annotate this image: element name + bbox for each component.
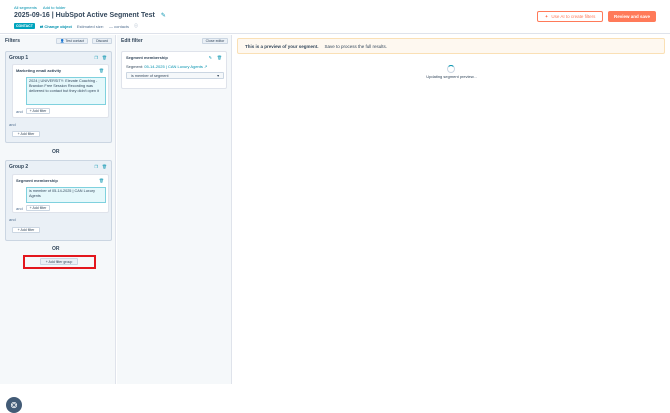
breadcrumb: All segments Add to folder [14,5,66,10]
add-to-folder-link[interactable]: Add to folder [43,5,66,10]
sparkle-icon: ✦ [544,13,549,19]
filters-heading: Filters [5,38,21,44]
person-icon: 👤 [59,39,65,43]
banner-text: Save to process the full results. [324,43,388,49]
filters-panel: Filters 👤 Test contact Discard Group 1 ❐… [0,35,116,413]
edit-filter-card: Segment membership ✎ 🗑 Segment: 05-14-20… [121,51,227,89]
add-filter-inner-button[interactable]: + Add filter [26,108,50,114]
test-contact-button[interactable]: 👤 Test contact [56,38,88,44]
clone-icon[interactable]: ❐ [94,164,98,169]
filter-card[interactable]: Segment membership 🗑 is member of 05-14-… [12,174,109,213]
add-filter-button[interactable]: + Add filter [12,131,40,137]
trash-icon[interactable]: 🗑 [217,55,222,60]
edit-filter-panel: Edit filter Close editor Segment members… [117,35,232,384]
add-filter-group-button[interactable]: + Add filter group [40,258,78,265]
and-label: and [9,217,16,222]
add-filter-button[interactable]: + Add filter [12,227,40,233]
banner-title: This is a preview of your segment. [245,43,319,49]
external-link-icon: ↗ [204,64,208,69]
test-contact-label: Test contact [65,39,85,43]
trash-icon[interactable]: 🗑 [102,55,107,60]
preview-banner: This is a preview of your segment. Save … [237,38,665,54]
close-editor-button[interactable]: Close editor [202,38,228,44]
and-label: and [16,109,23,114]
edit-title-icon[interactable]: ✎ [161,13,167,19]
filter-title: Marketing email activity [16,68,62,73]
add-filter-inner-button[interactable]: + Add filter [26,205,50,211]
or-label: OR [52,246,60,252]
filter-card[interactable]: Marketing email activity 🗑 2024 | UNIVER… [12,64,109,118]
trash-icon[interactable]: 🗑 [102,164,107,169]
segment-link[interactable]: 05-14-2025 | CAN Luxury Agents ↗ [144,64,207,69]
use-ai-button[interactable]: ✦ Use AI to create filters [537,11,603,22]
segment-line: Segment: 05-14-2025 | CAN Luxury Agents … [126,64,207,69]
review-and-save-button[interactable]: Review and save [608,11,656,22]
change-object-link[interactable]: ⇄ Change object [40,24,72,29]
filter-criteria[interactable]: is member of 05-14-2025 | CAN Luxury Age… [26,187,106,203]
select-value: is member of segment [131,73,169,78]
filter-criteria[interactable]: 2024 | UNIVERSITY: Elevate Coaching - Br… [26,77,106,105]
filter-title: Segment membership [16,178,58,183]
discard-button[interactable]: Discard [92,38,112,44]
info-icon[interactable]: ⓘ [134,23,138,29]
segment-prefix: Segment: [126,64,144,69]
edit-card-title: Segment membership [126,55,168,60]
trash-icon[interactable]: 🗑 [99,68,104,73]
preview-status: Updating segment preview... [426,74,477,79]
estimated-size-label: Estimated size: [76,23,105,29]
filter-group-1: Group 1 ❐ 🗑 Marketing email activity 🗑 2… [5,51,112,143]
clone-icon[interactable]: ❐ [94,55,98,60]
use-ai-label: Use AI to create filters [551,14,596,19]
and-label: and [9,122,16,127]
edit-icon[interactable]: ✎ [209,55,212,60]
membership-operator-select[interactable]: is member of segment ▾ [126,72,224,79]
preview-panel: This is a preview of your segment. Save … [233,35,670,384]
change-object-label: Change object [44,23,72,29]
filter-group-2: Group 2 ❐ 🗑 Segment membership 🗑 is memb… [5,160,112,241]
or-label: OR [52,149,60,155]
chevron-down-icon: ▾ [217,74,219,78]
segment-name: 05-14-2025 | CAN Luxury Agents [144,64,203,69]
group-title: Group 2 [9,164,29,170]
edit-filter-heading: Edit filter [121,38,143,44]
group-title: Group 1 [9,55,29,61]
top-bar: All segments Add to folder 2025-09-16 | … [0,0,670,34]
all-segments-link[interactable]: All segments [14,5,37,10]
loading-spinner-icon [447,65,455,73]
object-badge: CONTACT [14,23,35,29]
estimated-size-value: — contacts [109,23,130,29]
trash-icon[interactable]: 🗑 [99,178,104,183]
page-title: 2025-09-16 | HubSpot Active Segment Test [14,12,155,19]
help-icon[interactable]: ❂ [6,397,22,413]
and-label: and [16,206,23,211]
